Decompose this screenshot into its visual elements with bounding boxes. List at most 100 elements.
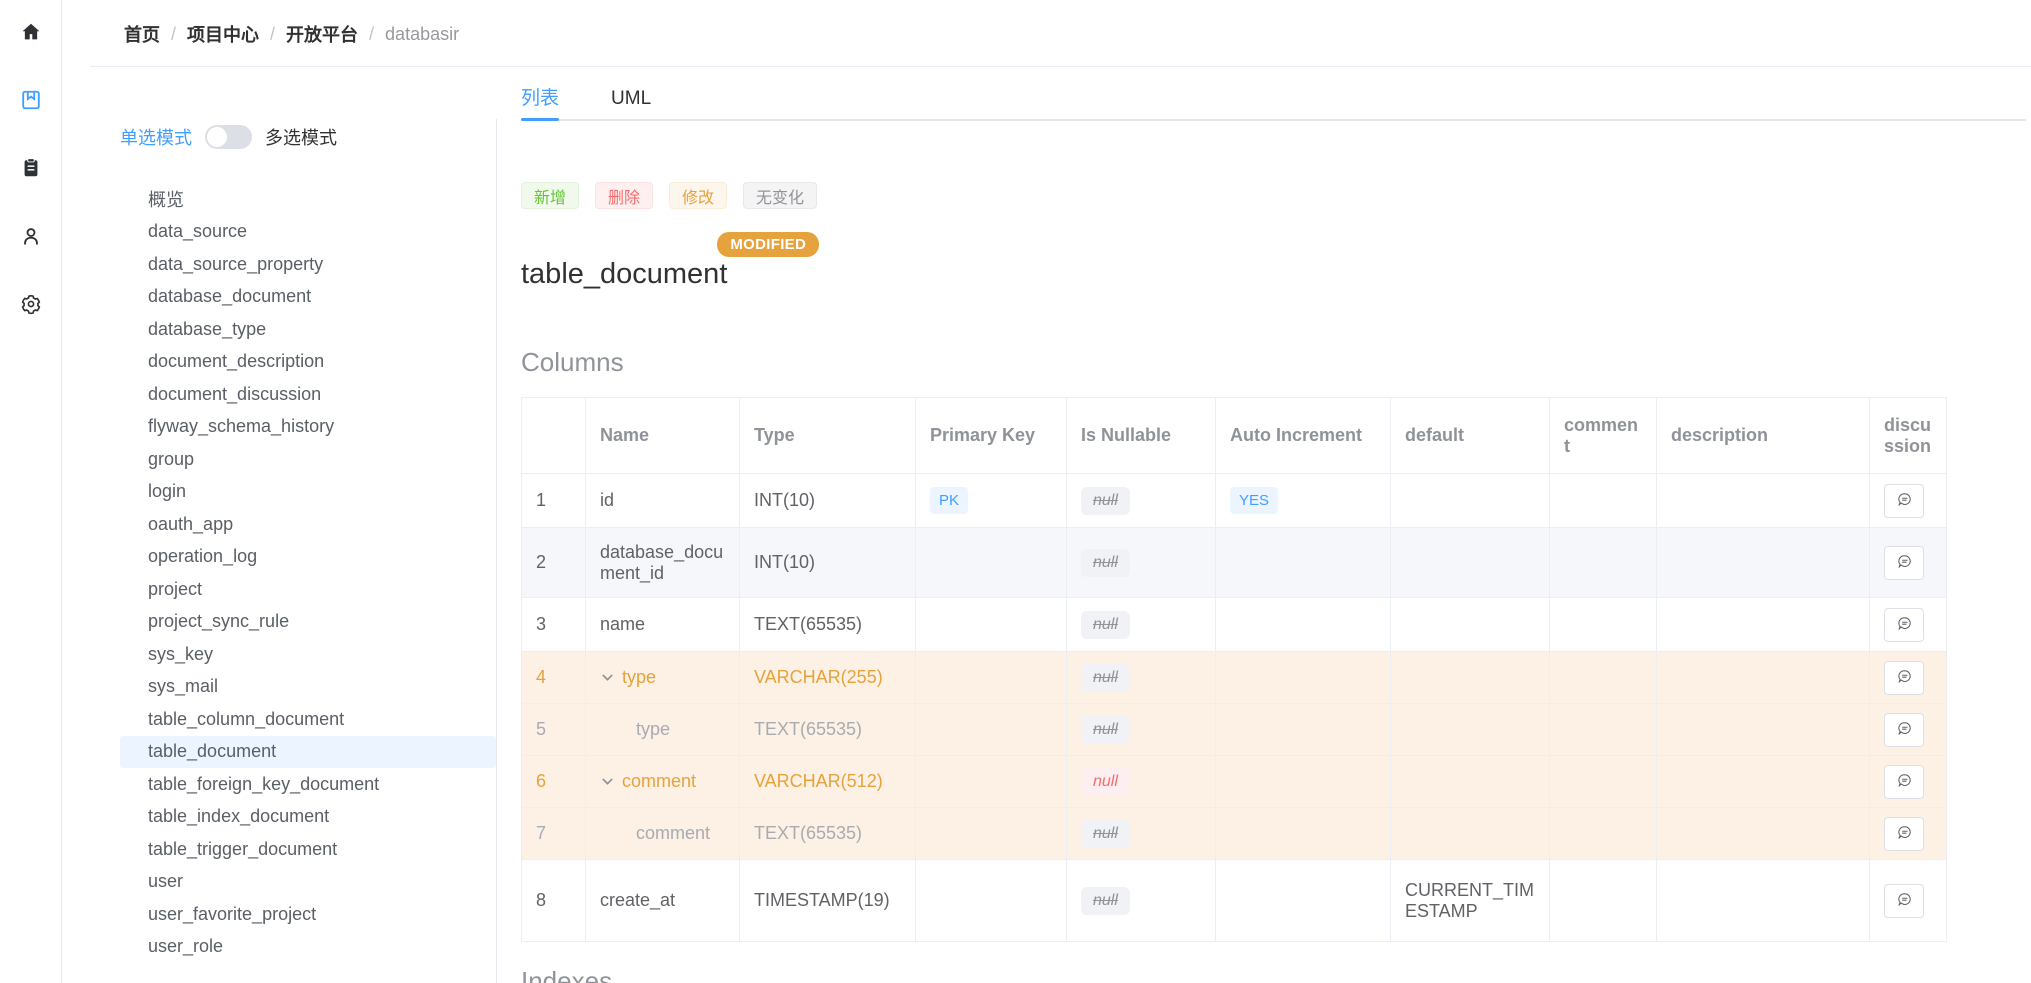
- single-mode-label[interactable]: 单选模式: [120, 124, 192, 150]
- sidebar-item-data_source_property[interactable]: data_source_property: [120, 248, 496, 281]
- sidebar-item-table_column_document[interactable]: table_column_document: [120, 703, 496, 736]
- null-tag: null: [1081, 611, 1130, 639]
- column-type-cell: INT(10): [740, 474, 916, 528]
- legend-tag: 删除: [595, 182, 653, 209]
- chevron-down-icon[interactable]: [600, 774, 615, 789]
- columns-table: NameTypePrimary KeyIs NullableAuto Incre…: [521, 397, 1947, 942]
- sidebar-item-data_source[interactable]: data_source: [120, 216, 496, 249]
- description-cell: [1657, 860, 1870, 942]
- column-header: default: [1391, 398, 1550, 474]
- is-nullable-cell: null: [1067, 808, 1216, 860]
- user-icon[interactable]: [19, 224, 43, 248]
- column-row: 2database_document_idINT(10)null: [522, 528, 1947, 598]
- null-tag: null: [1081, 487, 1130, 515]
- top-bar: 首页/项目中心/开放平台/databasir: [62, 0, 2031, 67]
- view-tabs: 列表 UML: [521, 87, 2026, 121]
- legend-tag: 修改: [669, 182, 727, 209]
- column-name-cell: type: [586, 652, 740, 704]
- tab-列表[interactable]: 列表: [521, 87, 559, 119]
- column-header: Is Nullable: [1067, 398, 1216, 474]
- discussion-cell: [1870, 860, 1947, 942]
- description-cell: [1657, 808, 1870, 860]
- sidebar-item-document_discussion[interactable]: document_discussion: [120, 378, 496, 411]
- description-cell: [1657, 528, 1870, 598]
- null-tag: null: [1081, 716, 1130, 744]
- discussion-cell: [1870, 598, 1947, 652]
- column-name: comment: [636, 823, 725, 844]
- column-name-cell: id: [586, 474, 740, 528]
- primary-key-badge: PK: [930, 487, 968, 514]
- comment-cell: [1550, 474, 1657, 528]
- default-cell: [1391, 808, 1550, 860]
- sidebar-item-table_foreign_key_document[interactable]: table_foreign_key_document: [120, 768, 496, 801]
- sidebar-item-table_index_document[interactable]: table_index_document: [120, 801, 496, 834]
- discussion-button[interactable]: [1884, 546, 1924, 580]
- discussion-button[interactable]: [1884, 884, 1924, 918]
- chat-bubble-icon: [1896, 891, 1913, 911]
- sidebar-item-project_sync_rule[interactable]: project_sync_rule: [120, 606, 496, 639]
- breadcrumb-item[interactable]: 开放平台: [286, 21, 358, 47]
- columns-table-header-row: NameTypePrimary KeyIs NullableAuto Incre…: [522, 398, 1947, 474]
- column-header: Name: [586, 398, 740, 474]
- clipboard-icon[interactable]: [19, 156, 43, 180]
- mode-switch[interactable]: [205, 125, 252, 149]
- column-name-text: create_at: [600, 890, 675, 911]
- column-name-text: database_document_id: [600, 542, 725, 584]
- column-type-cell: VARCHAR(255): [740, 652, 916, 704]
- column-name: type: [600, 667, 725, 688]
- primary-key-cell: PK: [916, 474, 1067, 528]
- sidebar-item-oauth_app[interactable]: oauth_app: [120, 508, 496, 541]
- sidebar-item-table_trigger_document[interactable]: table_trigger_document: [120, 833, 496, 866]
- column-row: 8create_atTIMESTAMP(19)nullCURRENT_TIMES…: [522, 860, 1947, 942]
- sidebar-item-user_role[interactable]: user_role: [120, 931, 496, 964]
- sidebar-item-login[interactable]: login: [120, 476, 496, 509]
- breadcrumb-item[interactable]: 项目中心: [187, 21, 259, 47]
- settings-icon[interactable]: [19, 292, 43, 316]
- discussion-button[interactable]: [1884, 765, 1924, 799]
- sidebar-item-database_document[interactable]: database_document: [120, 281, 496, 314]
- sidebar-item-group[interactable]: group: [120, 443, 496, 476]
- column-header: comment: [1550, 398, 1657, 474]
- sidebar-item-user[interactable]: user: [120, 866, 496, 899]
- column-name-cell: database_document_id: [586, 528, 740, 598]
- sidebar-item-database_type[interactable]: database_type: [120, 313, 496, 346]
- sidebar-item-project[interactable]: project: [120, 573, 496, 606]
- null-tag: null: [1081, 768, 1130, 796]
- multi-mode-label[interactable]: 多选模式: [265, 124, 337, 150]
- default-cell: [1391, 652, 1550, 704]
- column-ordinal: 1: [522, 474, 586, 528]
- sidebar-item-概览[interactable]: 概览: [120, 183, 496, 216]
- primary-key-cell: [916, 756, 1067, 808]
- tab-UML[interactable]: UML: [611, 87, 651, 119]
- sidebar-item-document_description[interactable]: document_description: [120, 346, 496, 379]
- sidebar-item-sys_key[interactable]: sys_key: [120, 638, 496, 671]
- auto-increment-cell: [1216, 756, 1391, 808]
- sidebar-item-table_document[interactable]: table_document: [120, 736, 496, 769]
- sidebar-item-flyway_schema_history[interactable]: flyway_schema_history: [120, 411, 496, 444]
- discussion-cell: [1870, 652, 1947, 704]
- discussion-button[interactable]: [1884, 484, 1924, 518]
- is-nullable-cell: null: [1067, 474, 1216, 528]
- discussion-button[interactable]: [1884, 713, 1924, 747]
- breadcrumb-item[interactable]: 首页: [124, 21, 160, 47]
- chat-bubble-icon: [1896, 615, 1913, 635]
- column-row: 3nameTEXT(65535)null: [522, 598, 1947, 652]
- sidebar-item-user_favorite_project[interactable]: user_favorite_project: [120, 898, 496, 931]
- default-cell: [1391, 528, 1550, 598]
- home-icon[interactable]: [19, 20, 43, 44]
- sidebar-item-sys_mail[interactable]: sys_mail: [120, 671, 496, 704]
- sidebar-item-operation_log[interactable]: operation_log: [120, 541, 496, 574]
- diff-legend: 新增删除修改无变化: [521, 182, 2031, 209]
- discussion-cell: [1870, 528, 1947, 598]
- book-icon[interactable]: [19, 88, 43, 112]
- column-type-cell: TEXT(65535): [740, 808, 916, 860]
- comment-cell: [1550, 598, 1657, 652]
- discussion-button[interactable]: [1884, 661, 1924, 695]
- discussion-button[interactable]: [1884, 817, 1924, 851]
- discussion-button[interactable]: [1884, 608, 1924, 642]
- is-nullable-cell: null: [1067, 860, 1216, 942]
- is-nullable-cell: null: [1067, 528, 1216, 598]
- column-name-cell: create_at: [586, 860, 740, 942]
- chevron-down-icon[interactable]: [600, 670, 615, 685]
- column-name-text: type: [636, 719, 670, 740]
